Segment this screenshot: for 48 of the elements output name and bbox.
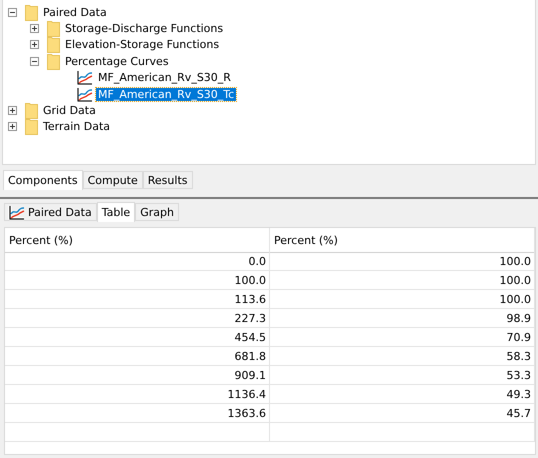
tree-item[interactable]: MF_American_Rv_S30_Tc	[96, 88, 236, 101]
editor-tab[interactable]: Table	[96, 202, 136, 222]
table-cell: 70.9	[270, 328, 535, 347]
table-cell: 454.5	[5, 328, 270, 347]
panel-tab[interactable]: Components	[3, 170, 83, 190]
table-cell: 58.3	[270, 347, 535, 366]
table-cell: 45.7	[270, 404, 535, 423]
folder-icon	[47, 36, 60, 54]
tree-item[interactable]: Percentage Curves	[63, 54, 171, 68]
table-cell: 49.3	[270, 385, 535, 404]
tree-item[interactable]: Terrain Data	[41, 120, 112, 134]
table-cell: 1136.4	[5, 385, 270, 404]
editor-tab[interactable]: Graph	[135, 203, 179, 221]
folder-icon	[25, 4, 38, 21]
table-cell: 100.0	[270, 252, 535, 271]
table-cell: 113.6	[5, 290, 270, 309]
table-cell: 98.9	[270, 309, 535, 328]
table-cell: 100.0	[270, 290, 535, 309]
column-header: Percent (%)	[270, 228, 535, 253]
folder-icon	[47, 20, 60, 38]
collapse-icon[interactable]	[8, 8, 17, 17]
expand-icon[interactable]	[30, 40, 39, 50]
table-cell: 0.0	[5, 252, 270, 271]
editor-tab[interactable]: Paired Data	[4, 203, 97, 221]
tree-item[interactable]: Storage-Discharge Functions	[63, 22, 226, 36]
expand-icon[interactable]	[8, 106, 17, 116]
folder-icon	[25, 118, 38, 136]
table-cell: 681.8	[5, 347, 270, 366]
expand-icon[interactable]	[8, 122, 17, 132]
folder-icon	[47, 52, 60, 70]
table-cell: 53.3	[270, 366, 535, 385]
line-chart-icon	[77, 86, 93, 102]
table-cell: 909.1	[5, 366, 270, 385]
table-cell: 100.0	[270, 271, 535, 290]
column-header: Percent (%)	[5, 228, 270, 253]
tree-item[interactable]: Elevation-Storage Functions	[63, 38, 222, 52]
table-cell: 100.0	[5, 271, 270, 290]
panel-tab[interactable]: Results	[142, 171, 192, 189]
folder-icon	[25, 102, 38, 120]
panel-tab[interactable]: Compute	[82, 171, 143, 189]
tree-item[interactable]: Paired Data	[41, 6, 109, 19]
tree-item[interactable]: Grid Data	[41, 104, 98, 118]
table-cell: 227.3	[5, 309, 270, 328]
tree-item[interactable]: MF_American_Rv_S30_R	[96, 71, 233, 84]
collapse-icon[interactable]	[30, 56, 39, 66]
line-chart-icon	[77, 70, 93, 86]
expand-icon[interactable]	[30, 24, 39, 34]
table-cell: 1363.6	[5, 404, 270, 423]
